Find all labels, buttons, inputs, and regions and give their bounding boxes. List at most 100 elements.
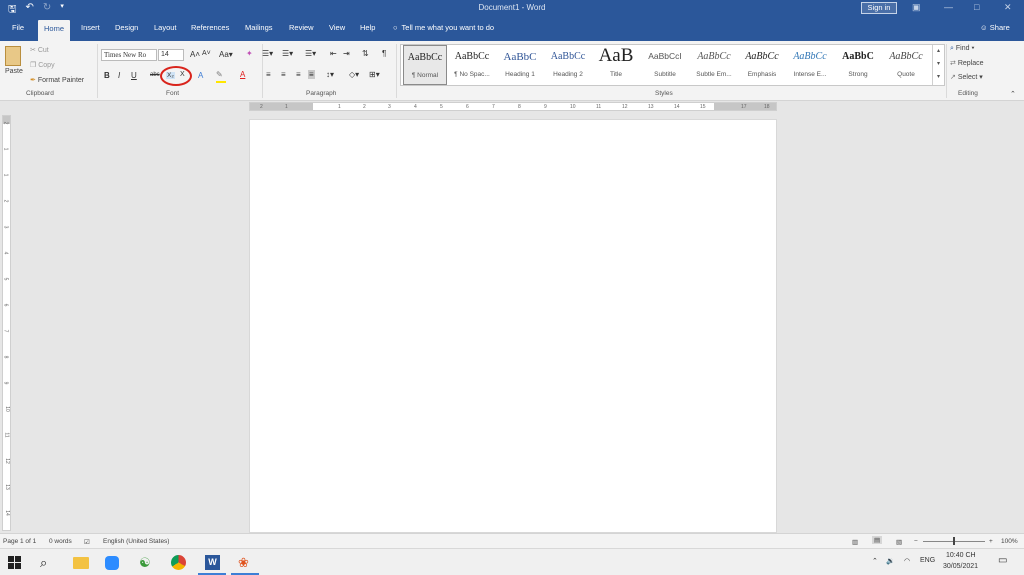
select-button[interactable]: ↗ Select ▾ bbox=[950, 73, 983, 81]
align-left-icon[interactable]: ≡ bbox=[266, 70, 271, 79]
status-bar: Page 1 of 1 0 words ☑ English (United St… bbox=[0, 533, 1024, 548]
align-right-icon[interactable]: ≡ bbox=[296, 70, 301, 79]
paste-icon[interactable] bbox=[5, 46, 21, 66]
font-color-icon[interactable]: A bbox=[240, 70, 245, 79]
replace-button[interactable]: ⇄ Replace bbox=[950, 59, 984, 67]
vertical-ruler[interactable]: 2 1 1 2 3 4 5 6 7 8 9 10 11 12 13 14 bbox=[2, 115, 11, 531]
replace-icon: ⇄ bbox=[950, 60, 956, 67]
style-subtitle[interactable]: AaBbCcI Subtitle bbox=[641, 45, 689, 85]
change-case-button[interactable]: Aa▾ bbox=[219, 50, 233, 59]
tab-home[interactable]: Home bbox=[38, 20, 71, 41]
ruler-tick-label: 7 bbox=[2, 329, 9, 333]
zoom-out-icon[interactable]: − bbox=[914, 538, 918, 545]
style-emphasis[interactable]: AaBbCc Emphasis bbox=[739, 45, 785, 85]
print-layout-icon[interactable]: ▤ bbox=[872, 536, 883, 544]
tab-insert[interactable]: Insert bbox=[81, 23, 100, 32]
proofing-icon[interactable]: ☑ bbox=[84, 538, 90, 546]
shading-icon[interactable]: ◇▾ bbox=[349, 70, 359, 79]
tell-me-search[interactable]: ○ Tell me what you want to do bbox=[393, 23, 494, 32]
clear-formatting-icon[interactable]: ✦ bbox=[246, 49, 253, 58]
highlight-icon[interactable]: ✎ bbox=[216, 70, 223, 79]
zoom-in-icon[interactable]: + bbox=[989, 538, 993, 545]
horizontal-ruler[interactable]: 2 1 1 2 3 4 5 6 7 8 9 10 11 12 13 14 15 17 18 bbox=[249, 102, 777, 111]
tab-view[interactable]: View bbox=[329, 23, 345, 32]
numbering-icon[interactable]: ☰▾ bbox=[282, 49, 293, 58]
paint-app-icon[interactable]: ❀ bbox=[238, 555, 254, 571]
minimize-icon[interactable]: — bbox=[944, 2, 953, 12]
format-painter-button[interactable]: ✒ Format Painter bbox=[30, 76, 84, 84]
italic-button[interactable]: I bbox=[118, 71, 120, 80]
style-heading-1[interactable]: AaBbC Heading 1 bbox=[497, 45, 543, 85]
underline-button[interactable]: U bbox=[131, 71, 137, 80]
justify-icon[interactable]: ≡ bbox=[308, 70, 315, 79]
tab-layout[interactable]: Layout bbox=[154, 23, 177, 32]
input-language[interactable]: ENG bbox=[920, 557, 935, 564]
paste-button[interactable]: Paste bbox=[5, 68, 23, 75]
file-explorer-icon[interactable] bbox=[73, 557, 89, 569]
grow-font-button[interactable]: A˄ bbox=[190, 50, 200, 59]
word-app-icon[interactable]: W bbox=[205, 555, 220, 570]
web-layout-icon[interactable]: ▧ bbox=[896, 538, 902, 546]
tray-overflow-icon[interactable]: ⌃ bbox=[872, 557, 878, 565]
document-page[interactable] bbox=[249, 119, 777, 533]
find-button[interactable]: ⌕ Find ▾ bbox=[950, 45, 974, 53]
style-normal[interactable]: AaBbCc ¶ Normal bbox=[403, 45, 447, 85]
show-marks-icon[interactable]: ¶ bbox=[382, 49, 386, 58]
style-heading-2[interactable]: AaBbCc Heading 2 bbox=[545, 45, 591, 85]
text-effects-icon[interactable]: A bbox=[198, 71, 203, 80]
language-indicator[interactable]: English (United States) bbox=[103, 538, 169, 545]
clock-date[interactable]: 30/05/2021 bbox=[943, 563, 978, 570]
tab-mailings[interactable]: Mailings bbox=[245, 23, 273, 32]
zoom-slider-thumb[interactable] bbox=[953, 537, 955, 545]
shrink-font-button[interactable]: A˅ bbox=[202, 50, 211, 57]
notifications-icon[interactable]: ▭ bbox=[998, 555, 1007, 566]
strikethrough-button[interactable]: abc bbox=[150, 72, 160, 78]
volume-icon[interactable]: 🔉 bbox=[886, 557, 895, 565]
line-spacing-icon[interactable]: ↕▾ bbox=[326, 70, 334, 79]
style-quote[interactable]: AaBbCc Quote bbox=[883, 45, 929, 85]
style-title[interactable]: AaB Title bbox=[593, 45, 639, 85]
tab-help[interactable]: Help bbox=[360, 23, 375, 32]
font-name-select[interactable]: Times New Ro bbox=[101, 49, 157, 61]
page-count[interactable]: Page 1 of 1 bbox=[3, 538, 36, 545]
style-subtle-emphasis[interactable]: AaBbCc Subtle Em... bbox=[691, 45, 737, 85]
ribbon-display-options-icon[interactable]: ▣ bbox=[912, 2, 921, 13]
zoom-app-icon[interactable] bbox=[105, 556, 119, 570]
multilevel-list-icon[interactable]: ☰▾ bbox=[305, 49, 316, 58]
style-no-spacing[interactable]: AaBbCc ¶ No Spac... bbox=[449, 45, 495, 85]
maximize-icon[interactable]: □ bbox=[974, 2, 979, 12]
decrease-indent-icon[interactable]: ⇤ bbox=[330, 49, 337, 58]
cut-button[interactable]: ✂ Cut bbox=[30, 46, 49, 54]
search-icon[interactable]: ⌕ bbox=[40, 555, 56, 571]
zoom-level[interactable]: 100% bbox=[1001, 538, 1018, 545]
read-mode-icon[interactable]: ▥ bbox=[852, 538, 858, 546]
word-count[interactable]: 0 words bbox=[49, 538, 72, 545]
sign-in-button[interactable]: Sign in bbox=[861, 2, 897, 14]
collapse-ribbon-icon[interactable]: ⌃ bbox=[1010, 90, 1016, 98]
font-size-select[interactable]: 14 bbox=[158, 49, 184, 61]
style-sample: AaBbCc bbox=[697, 51, 731, 62]
windows-start-icon[interactable] bbox=[8, 556, 21, 569]
increase-indent-icon[interactable]: ⇥ bbox=[343, 49, 350, 58]
style-strong[interactable]: AaBbC Strong bbox=[835, 45, 881, 85]
borders-icon[interactable]: ⊞▾ bbox=[369, 70, 380, 79]
style-intense-emphasis[interactable]: AaBbCc Intense E... bbox=[787, 45, 833, 85]
tab-file[interactable]: File bbox=[12, 23, 24, 32]
copy-button[interactable]: ❐ Copy bbox=[30, 61, 55, 69]
styles-scroll[interactable]: ▴ ▾ ▾ bbox=[932, 45, 944, 85]
ruler-tick-label: 1 bbox=[2, 147, 9, 151]
share-button[interactable]: ☺ Share bbox=[980, 23, 1010, 32]
bullets-icon[interactable]: ☰▾ bbox=[262, 49, 273, 58]
chrome-icon[interactable] bbox=[171, 555, 186, 570]
clock-time[interactable]: 10:40 CH bbox=[946, 552, 976, 559]
tab-design[interactable]: Design bbox=[115, 23, 138, 32]
align-center-icon[interactable]: ≡ bbox=[281, 70, 286, 79]
close-icon[interactable]: ✕ bbox=[1004, 2, 1012, 13]
wifi-icon[interactable]: ◠ bbox=[904, 557, 910, 565]
coccoc-browser-icon[interactable]: ☯ bbox=[139, 555, 155, 571]
sort-icon[interactable]: ⇅ bbox=[362, 49, 369, 58]
clipboard-group-label: Clipboard bbox=[26, 90, 54, 97]
tab-review[interactable]: Review bbox=[289, 23, 314, 32]
bold-button[interactable]: B bbox=[104, 71, 110, 80]
tab-references[interactable]: References bbox=[191, 23, 229, 32]
